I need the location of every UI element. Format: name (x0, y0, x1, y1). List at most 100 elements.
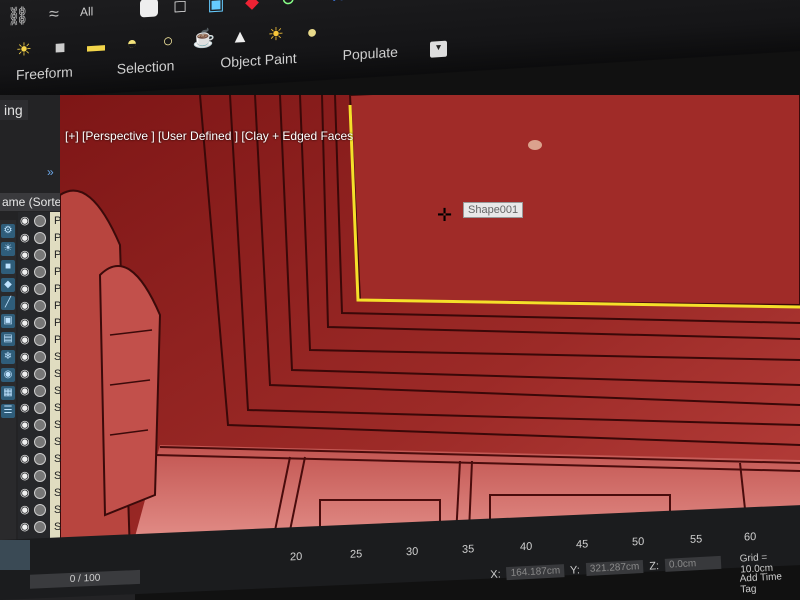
scene-explorer-column-header[interactable]: ame (Sorted A (0, 193, 64, 211)
scene-item-name: P (54, 214, 62, 227)
timeline-tick: 25 (350, 548, 363, 561)
viewport-render (60, 95, 800, 555)
expand-chevron-icon[interactable]: » (47, 165, 54, 179)
tab-freeform[interactable]: Freeform (16, 64, 73, 83)
eye-icon[interactable]: ◉ (20, 486, 32, 499)
render-toggle-icon[interactable] (34, 333, 46, 346)
select-region-icon[interactable]: □ (166, 0, 194, 21)
cone-icon[interactable]: ▲ (226, 21, 254, 51)
render-toggle-icon[interactable] (34, 435, 46, 448)
render-toggle-icon[interactable] (34, 401, 46, 414)
eye-icon[interactable]: ◉ (20, 214, 32, 227)
bubble-icon[interactable]: ❁ (432, 0, 460, 5)
render-toggle-icon[interactable] (34, 282, 46, 295)
eye-icon[interactable]: ◉ (20, 333, 32, 346)
bind-space-warp-icon[interactable]: ≈ (40, 0, 68, 29)
link-icon[interactable]: ⛓ (4, 1, 32, 31)
render-toggle-icon[interactable] (34, 265, 46, 278)
scene-item-name: S (54, 435, 62, 448)
frame-counter[interactable]: 0 / 100 (30, 569, 140, 589)
scene-item-name: S (54, 401, 62, 414)
tab-selection[interactable]: Selection (117, 57, 175, 77)
eye-icon[interactable]: ◉ (20, 401, 32, 414)
rect-icon[interactable]: ▬ (82, 30, 110, 60)
lightbulb-icon[interactable]: ☀ (10, 35, 38, 65)
x-label: X: (490, 567, 502, 581)
window-crossing-icon[interactable]: ▣ (202, 0, 230, 19)
render-toggle-icon[interactable] (34, 231, 46, 244)
perspective-viewport[interactable]: [+] [Perspective ] [User Defined ] [Clay… (60, 95, 800, 555)
foliage-icon[interactable]: ⚘ (468, 0, 496, 2)
scene-item-name: S (54, 452, 62, 465)
eye-icon[interactable]: ◉ (20, 231, 32, 244)
move-icon[interactable]: ◆ (238, 0, 266, 16)
add-time-tag-button[interactable]: Add Time Tag (739, 570, 800, 595)
frozen-icon[interactable]: ❄ (1, 350, 15, 364)
render-toggle-icon[interactable] (34, 520, 46, 533)
circle-icon[interactable]: ○ (154, 26, 182, 56)
y-coordinate-field[interactable]: 321.287cm (585, 559, 644, 576)
render-toggle-icon[interactable] (34, 486, 46, 499)
scene-item-name: S (54, 350, 62, 363)
helper-icon[interactable]: ◆ (1, 278, 15, 292)
eye-icon[interactable]: ◉ (20, 316, 32, 329)
list-icon[interactable]: ☰ (1, 404, 15, 418)
disc-icon[interactable]: ● (298, 17, 326, 47)
mode-label: ing (0, 100, 28, 120)
eye-icon[interactable]: ◉ (20, 282, 32, 295)
settings-icon[interactable]: ⚙ (1, 224, 15, 238)
viewport-label[interactable]: [+] [Perspective ] [User Defined ] [Clay… (65, 129, 353, 143)
viewcube-icon[interactable] (0, 540, 30, 570)
atom-icon[interactable]: ● (360, 0, 388, 9)
z-coordinate-field[interactable]: 0.0cm (664, 555, 722, 572)
render-toggle-icon[interactable] (34, 214, 46, 227)
sun-icon[interactable]: ☀ (262, 19, 290, 49)
render-toggle-icon[interactable] (34, 316, 46, 329)
eye-icon[interactable]: ◉ (20, 435, 32, 448)
eye-icon[interactable]: ◉ (20, 418, 32, 431)
visible-icon[interactable]: ◉ (1, 368, 15, 382)
geometry-icon[interactable]: ■ (1, 260, 15, 274)
eye-icon[interactable]: ◉ (20, 452, 32, 465)
eye-icon[interactable]: ◉ (20, 384, 32, 397)
rotate-icon[interactable]: ↻ (274, 0, 302, 14)
particles-icon[interactable]: ∷ (324, 0, 352, 11)
x-coordinate-field[interactable]: 164.187cm (506, 564, 565, 581)
render-toggle-icon[interactable] (34, 503, 46, 516)
render-toggle-icon[interactable] (34, 367, 46, 380)
tab-populate[interactable]: Populate (343, 44, 398, 63)
eye-icon[interactable]: ◉ (20, 299, 32, 312)
selection-filter-dropdown[interactable]: All (76, 1, 140, 19)
bone-icon[interactable]: ╱ (1, 296, 15, 310)
container-icon[interactable]: ▤ (1, 332, 15, 346)
tab-object-paint[interactable]: Object Paint (220, 50, 296, 71)
main-toolbar: ⛓ ≈ All □ ▣ ◆ ↻ ∷ ● ∆ ❁ ⚘ ● ● ◉ ◉ ◐ ☀ ■ … (0, 0, 800, 101)
render-toggle-icon[interactable] (34, 384, 46, 397)
eye-icon[interactable]: ◉ (20, 503, 32, 516)
crosshair-cursor-icon: ✛ (437, 205, 453, 225)
teapot-icon[interactable]: ☕ (190, 24, 218, 54)
render-toggle-icon[interactable] (34, 469, 46, 482)
render-toggle-icon[interactable] (34, 418, 46, 431)
display-icon[interactable]: ▦ (1, 386, 15, 400)
eye-icon[interactable]: ◉ (20, 520, 32, 533)
spring-icon[interactable]: ∆ (396, 0, 424, 7)
eye-icon[interactable]: ◉ (20, 350, 32, 363)
eye-icon[interactable]: ◉ (20, 367, 32, 380)
light-icon[interactable]: ☀ (1, 242, 15, 256)
camera-icon[interactable]: ■ (46, 32, 74, 62)
scene-item-name: S (54, 503, 62, 516)
render-toggle-icon[interactable] (34, 299, 46, 312)
render-toggle-icon[interactable] (34, 350, 46, 363)
scene-item-name: P (54, 282, 62, 295)
eye-icon[interactable]: ◉ (20, 248, 32, 261)
render-toggle-icon[interactable] (34, 452, 46, 465)
eye-icon[interactable]: ◉ (20, 469, 32, 482)
camera-dropdown-icon[interactable]: ▾ (429, 40, 447, 58)
render-toggle-icon[interactable] (34, 248, 46, 261)
select-icon[interactable] (140, 0, 158, 18)
scene-item-name: S (54, 418, 62, 431)
dome-icon[interactable]: ◓ (118, 28, 146, 58)
camera-icon[interactable]: ▣ (1, 314, 15, 328)
eye-icon[interactable]: ◉ (20, 265, 32, 278)
